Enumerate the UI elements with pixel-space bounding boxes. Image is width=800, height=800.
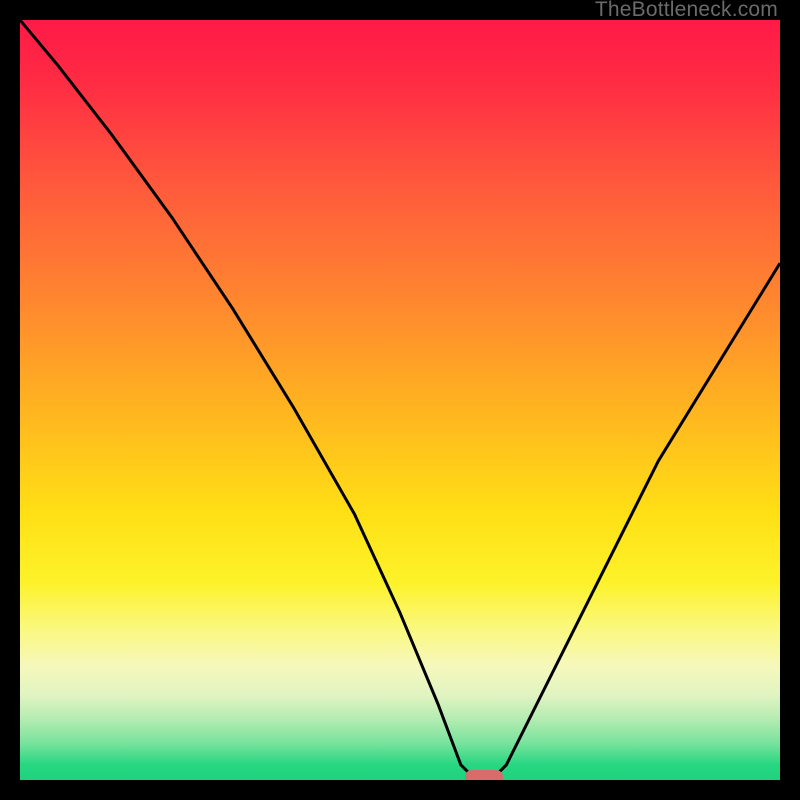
chart-canvas: TheBottleneck.com xyxy=(0,0,800,800)
bottleneck-curve xyxy=(20,20,780,780)
curve-path xyxy=(20,20,780,780)
plot-area xyxy=(20,20,780,780)
optimal-marker xyxy=(465,770,503,780)
watermark-text: TheBottleneck.com xyxy=(595,0,778,22)
